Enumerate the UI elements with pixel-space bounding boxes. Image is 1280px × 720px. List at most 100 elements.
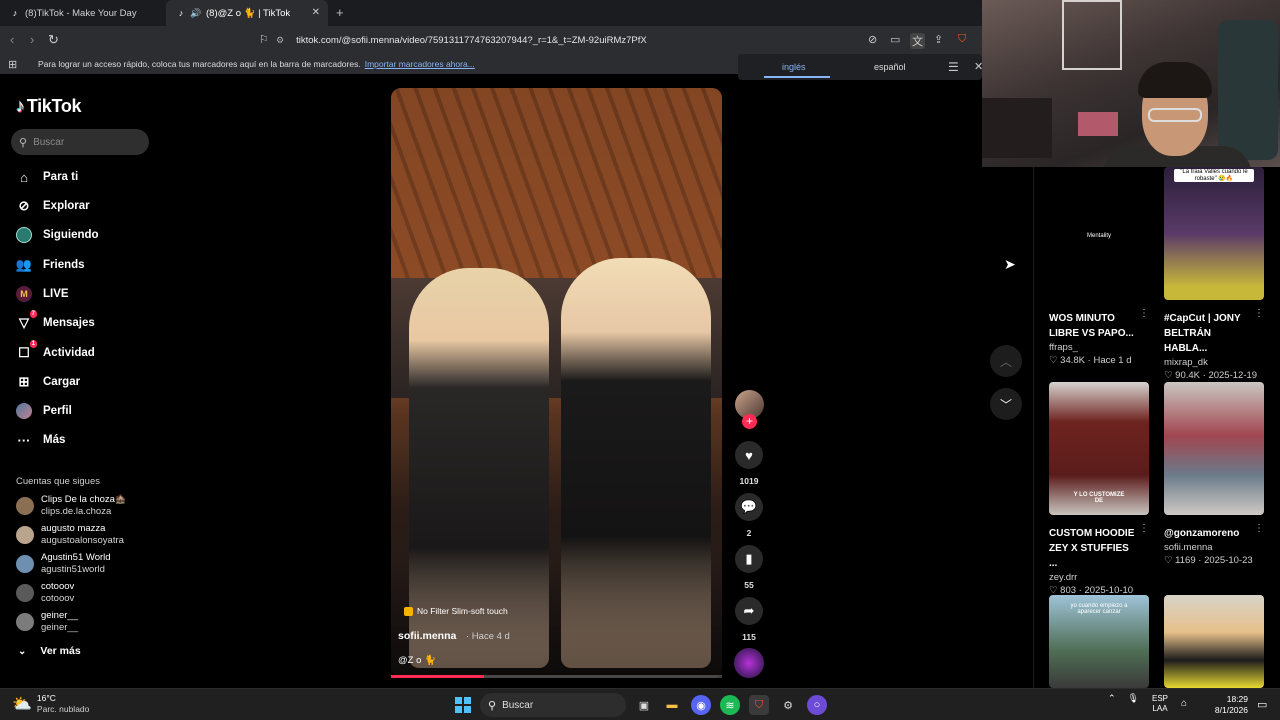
- keyboard-layout: LAA: [1152, 704, 1168, 713]
- sidebar-item-friends[interactable]: 👥 Friends: [16, 255, 85, 275]
- related-video-card[interactable]: Mentality WOS MINUTO LIBRE VS PAPO... ⋮ …: [1049, 167, 1149, 366]
- video-title: CUSTOM HOODIE ZEY X STUFFIES ...: [1049, 528, 1135, 569]
- account-name: augusto mazza: [41, 523, 106, 534]
- sidebar-item-cargar[interactable]: ⊞ Cargar: [16, 372, 81, 392]
- notification-icon[interactable]: ▭: [1257, 698, 1267, 711]
- back-icon[interactable]: ‹: [10, 32, 14, 47]
- translate-source-language[interactable]: inglés: [782, 62, 806, 72]
- sidebar-item-actividad[interactable]: ☐ 1 Actividad: [16, 340, 95, 363]
- follow-button[interactable]: +: [742, 414, 757, 429]
- video-progress-bar[interactable]: [391, 675, 722, 678]
- messages-badge: 7: [29, 310, 37, 318]
- save-button[interactable]: ▮: [735, 545, 763, 573]
- see-more-button[interactable]: ⌄ Ver más: [18, 645, 81, 657]
- sound-disc[interactable]: [734, 648, 764, 678]
- followed-account[interactable]: Clips De la choza🏚️ clips.de.la.choza: [16, 493, 156, 519]
- next-video-button[interactable]: ﹀: [990, 388, 1022, 420]
- related-video-card[interactable]: [1164, 595, 1264, 688]
- site-info-icon[interactable]: ⚙: [276, 35, 284, 46]
- more-options-icon[interactable]: ⋮: [1254, 308, 1264, 319]
- tab-tiktok-video[interactable]: ♪ 🔊 (8)@Z o 🐈 | TikTok ✕: [166, 0, 328, 26]
- input-language[interactable]: ESP LAA: [1152, 694, 1168, 714]
- account-handle: clips.de.la.choza: [41, 506, 112, 517]
- following-accounts-title: Cuentas que sigues: [16, 476, 100, 487]
- translate-menu-icon[interactable]: ☰: [948, 60, 959, 74]
- sidebar-item-label: Siguiendo: [43, 229, 99, 241]
- related-video-card[interactable]: yo cuando empiezo a aparecer canzar: [1049, 595, 1149, 688]
- effect-tag[interactable]: No Filter Slim-soft touch: [404, 606, 508, 616]
- weather-condition: Parc. nublado: [36, 704, 90, 714]
- spotify-icon[interactable]: ≋: [720, 695, 740, 715]
- url-text: tiktok.com/@sofii.menna/video/7591311774…: [296, 34, 647, 46]
- chevron-up-icon[interactable]: ⌃: [1108, 693, 1116, 704]
- account-handle: geiner__: [41, 622, 78, 633]
- import-bookmarks-link[interactable]: Importar marcadores ahora...: [365, 59, 475, 69]
- video-player[interactable]: [391, 88, 722, 678]
- followed-account[interactable]: augusto mazza augustoalonsoyatra: [16, 522, 156, 548]
- search-icon: ⚲: [19, 136, 28, 149]
- sidebar-item-para-ti[interactable]: ⌂ Para ti: [16, 167, 78, 187]
- close-tab-icon[interactable]: ✕: [312, 7, 320, 18]
- brave-browser-icon[interactable]: ⛉: [749, 695, 769, 715]
- task-view-icon[interactable]: ▣: [634, 695, 654, 715]
- more-options-icon[interactable]: ⋮: [1139, 523, 1149, 534]
- tiktok-favicon-icon: ♪: [178, 8, 184, 18]
- reload-icon[interactable]: ↻: [48, 32, 59, 48]
- sidebar-item-mensajes[interactable]: ▽ 7 Mensajes: [16, 310, 95, 333]
- new-tab-button[interactable]: +: [336, 5, 344, 20]
- like-button[interactable]: ♥: [735, 441, 763, 469]
- speaker-icon[interactable]: 🔊: [190, 8, 201, 18]
- account-name: Clips De la choza🏚️: [41, 494, 127, 505]
- share-icon[interactable]: ⇪: [934, 33, 943, 46]
- account-handle: agustin51world: [41, 564, 105, 575]
- search-input[interactable]: ⚲ Buscar: [11, 129, 149, 155]
- translate-icon[interactable]: 文: [910, 33, 925, 49]
- file-explorer-icon[interactable]: ▬: [662, 695, 682, 715]
- system-clock[interactable]: 18:29 8/1/2026: [1198, 694, 1248, 716]
- no-tracking-icon[interactable]: ⊘: [868, 33, 877, 46]
- cast-icon[interactable]: ▭: [890, 33, 900, 46]
- related-video-card[interactable]: "La traia Valles cuando le robaste" 😢🔥 #…: [1164, 167, 1264, 381]
- windows-logo-icon: [464, 706, 471, 713]
- steam-icon[interactable]: ⚙: [778, 695, 798, 715]
- followed-account[interactable]: Agustin51 World agustin51world: [16, 551, 156, 577]
- account-handle: augustoalonsoyatra: [41, 535, 124, 546]
- video-author[interactable]: sofii.menna: [398, 630, 456, 642]
- discord-icon[interactable]: ◉: [691, 695, 711, 715]
- views-icon: ♡: [1049, 355, 1058, 366]
- brave-shield-icon[interactable]: ⛉: [958, 33, 966, 46]
- weather-widget[interactable]: ⛅ 16°C Parc. nublado: [12, 693, 89, 715]
- view-count: 1169: [1175, 555, 1196, 566]
- avatar: [16, 555, 34, 573]
- taskbar-search-label: Buscar: [502, 699, 534, 711]
- followed-account[interactable]: cotooov cotooov: [16, 580, 156, 606]
- previous-video-button[interactable]: ︿: [990, 345, 1022, 377]
- network-icon[interactable]: ⌂: [1181, 698, 1187, 709]
- tiktok-logo[interactable]: ♪ TikTok: [16, 96, 82, 117]
- avatar: [16, 526, 34, 544]
- start-button[interactable]: [455, 697, 471, 713]
- video-thumbnail: [1164, 595, 1264, 688]
- tab-tiktok-home[interactable]: ♪ (8)TikTok - Make Your Day: [0, 0, 166, 26]
- more-options-icon[interactable]: ⋮: [1139, 308, 1149, 319]
- translate-target-language[interactable]: español: [874, 62, 906, 72]
- microphone-icon[interactable]: 🎙: [1128, 693, 1139, 704]
- sidebar-item-mas[interactable]: ··· Más: [16, 430, 66, 450]
- forward-icon[interactable]: ›: [30, 32, 34, 47]
- tiktok-logo-icon: ♪: [16, 96, 25, 116]
- apps-grid-icon[interactable]: ⊞: [8, 58, 17, 71]
- comment-button[interactable]: 💬: [735, 493, 763, 521]
- followed-account[interactable]: geiner__ geiner__: [16, 609, 156, 635]
- related-video-card[interactable]: @gonzamoreno ⋮ sofii.menna ♡ 1169 · 2025…: [1164, 382, 1264, 566]
- more-options-icon[interactable]: ⋮: [1254, 523, 1264, 534]
- bookmark-icon[interactable]: ⚐: [259, 33, 269, 46]
- sidebar-item-perfil[interactable]: Perfil: [16, 401, 72, 421]
- sidebar-item-live[interactable]: M LIVE: [16, 284, 69, 304]
- windows-logo-icon: [455, 706, 462, 713]
- app-icon[interactable]: ○: [807, 695, 827, 715]
- sidebar-item-siguiendo[interactable]: Siguiendo: [16, 225, 99, 245]
- sidebar-item-explorar[interactable]: ⊘ Explorar: [16, 196, 90, 216]
- related-video-card[interactable]: Y LO CUSTOMIZE DE CUSTOM HOODIE ZEY X ST…: [1049, 382, 1149, 596]
- taskbar-search[interactable]: ⚲ Buscar: [480, 693, 626, 717]
- share-button[interactable]: ➦: [735, 597, 763, 625]
